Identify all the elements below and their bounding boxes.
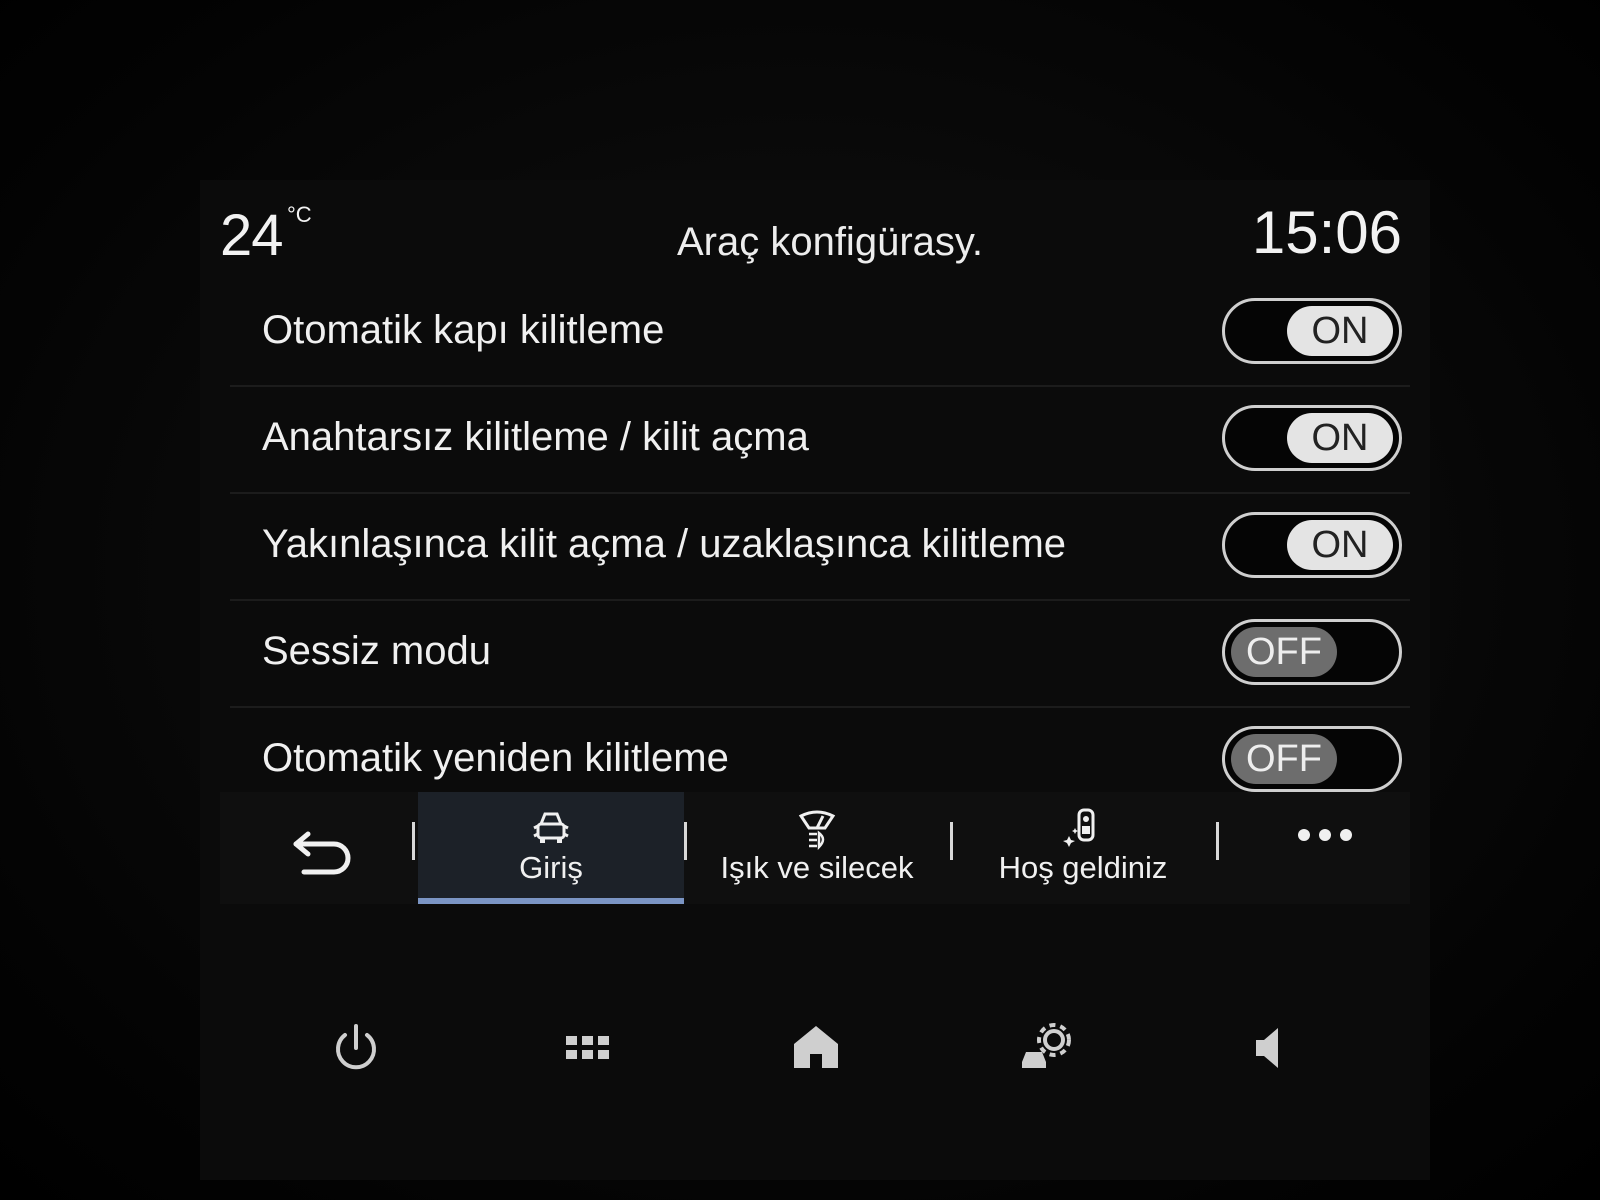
toggle-knob: ON <box>1287 306 1393 356</box>
temperature-unit: °C <box>287 202 312 227</box>
tab-isik-ve-silecek[interactable]: Işık ve silecek <box>684 792 950 904</box>
page-title: Araç konfigürasy. <box>676 220 984 264</box>
setting-label: Anahtarsız kilitleme / kilit açma <box>262 415 809 459</box>
toggle-knob: ON <box>1287 520 1393 570</box>
volume-icon <box>1256 1028 1278 1068</box>
more-button[interactable] <box>1290 820 1360 850</box>
tab-separator <box>412 822 415 860</box>
toggle-knob: OFF <box>1231 734 1337 784</box>
home-button[interactable] <box>786 1018 846 1078</box>
setting-label: Sessiz modu <box>262 629 491 673</box>
tab-hos-geldiniz[interactable]: Hoş geldiniz <box>950 792 1216 904</box>
vehicle-settings-icon <box>1022 1023 1071 1068</box>
setting-row-walk-away-lock: Yakınlaşınca kilit açma / uzaklaşınca ki… <box>230 494 1410 601</box>
toggle-knob: OFF <box>1231 627 1337 677</box>
category-tab-bar: Giriş Işık ve silecek Hoş geldiniz <box>220 792 1410 904</box>
display-bezel: 24 °C Araç konfigürasy. 15:06 Otomatik k… <box>0 0 1600 1200</box>
setting-label: Yakınlaşınca kilit açma / uzaklaşınca ki… <box>262 522 1067 566</box>
auto-relock-toggle[interactable]: OFF <box>1222 726 1402 792</box>
apps-button[interactable] <box>558 1018 618 1078</box>
tab-separator <box>1216 822 1219 860</box>
walk-away-lock-toggle[interactable]: ON <box>1222 512 1402 578</box>
setting-label: Otomatik kapı kilitleme <box>262 308 665 352</box>
auto-door-lock-toggle[interactable]: ON <box>1222 298 1402 364</box>
clock: 15:06 <box>1251 199 1402 266</box>
silent-mode-toggle[interactable]: OFF <box>1222 619 1402 685</box>
back-arrow-icon <box>293 831 351 875</box>
power-icon <box>336 1024 376 1070</box>
car-doors-icon <box>533 812 569 843</box>
tab-label: Hoş geldiniz <box>998 850 1168 885</box>
setting-row-keyless-lock: Anahtarsız kilitleme / kilit açma ON <box>230 387 1410 494</box>
home-icon <box>794 1026 838 1068</box>
setting-row-auto-door-lock: Otomatik kapı kilitleme ON <box>230 280 1410 387</box>
welcome-driver-icon <box>1063 808 1095 847</box>
vehicle-settings-button[interactable] <box>1016 1018 1076 1078</box>
back-button[interactable] <box>290 820 360 880</box>
settings-list: Otomatik kapı kilitleme ON Anahtarsız ki… <box>230 280 1410 813</box>
tab-giris[interactable]: Giriş <box>418 792 684 904</box>
apps-grid-icon <box>566 1036 609 1059</box>
power-button[interactable] <box>326 1018 386 1078</box>
setting-label: Otomatik yeniden kilitleme <box>262 736 729 780</box>
more-dots-icon <box>1298 829 1352 841</box>
system-bar <box>200 1000 1430 1100</box>
volume-button[interactable] <box>1240 1018 1300 1078</box>
tab-label: Işık ve silecek <box>720 850 914 885</box>
toggle-knob: ON <box>1287 413 1393 463</box>
infotainment-screen: 24 °C Araç konfigürasy. 15:06 Otomatik k… <box>200 180 1430 1180</box>
tab-label: Giriş <box>519 850 583 885</box>
setting-row-silent-mode: Sessiz modu OFF <box>230 601 1410 708</box>
keyless-lock-toggle[interactable]: ON <box>1222 405 1402 471</box>
outside-temperature: 24 <box>220 203 284 268</box>
light-wiper-icon <box>798 810 836 850</box>
